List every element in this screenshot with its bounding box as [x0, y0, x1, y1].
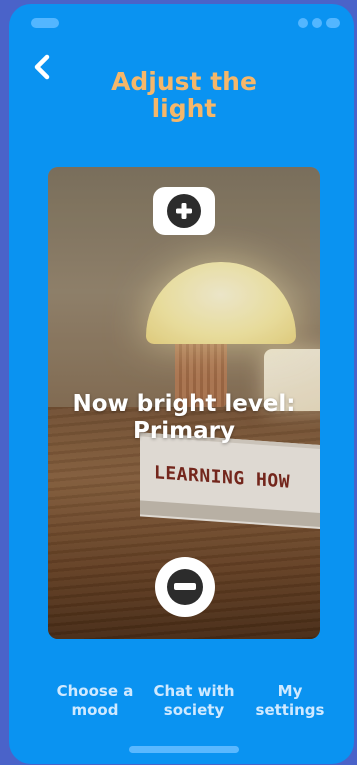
status-bar-left-indicator	[31, 18, 59, 28]
lamp-photo-card: LEARNING HOW Now bright level: Primary	[48, 167, 320, 639]
plus-icon	[167, 194, 201, 228]
decrease-brightness-button[interactable]	[155, 557, 215, 617]
status-dot	[312, 18, 322, 28]
bottom-nav: Choose a mood Chat with society My setti…	[9, 682, 354, 732]
nav-choose-mood[interactable]: Choose a mood	[49, 682, 141, 720]
increase-brightness-button[interactable]	[153, 187, 215, 235]
nav-my-settings[interactable]: My settings	[245, 682, 335, 720]
phone-screen: Adjust the light LEARNING HOW Now bright…	[9, 4, 354, 764]
back-button[interactable]	[29, 50, 55, 84]
status-bar-right-indicators	[298, 18, 340, 28]
nav-chat-society[interactable]: Chat with society	[146, 682, 242, 720]
minus-icon	[167, 569, 203, 605]
status-dot	[298, 18, 308, 28]
home-indicator[interactable]	[129, 746, 239, 753]
chevron-left-icon	[34, 54, 50, 80]
status-dot	[326, 18, 340, 28]
page-title: Adjust the light	[111, 67, 257, 123]
brightness-level-text: Now bright level: Primary	[72, 391, 296, 444]
